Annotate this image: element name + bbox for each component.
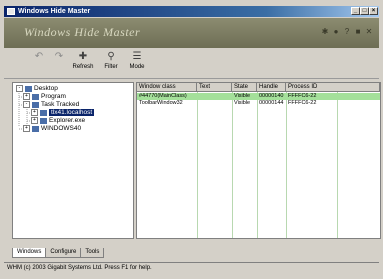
tab-tools[interactable]: Tools [80, 248, 105, 258]
mode-icon: ☰ [132, 51, 142, 62]
expand-toggle[interactable]: + [23, 93, 30, 100]
info-icon[interactable]: ● [332, 28, 340, 36]
refresh-button[interactable]: ✚ Refresh [70, 51, 96, 75]
grid-divider [337, 92, 338, 238]
monitor-icon [25, 85, 32, 92]
minimize-icon[interactable]: ■ [354, 28, 362, 36]
gear-icon[interactable]: ✱ [321, 28, 329, 36]
mode-button[interactable]: ☰ Mode [124, 51, 150, 75]
help-icon[interactable]: ? [343, 28, 351, 36]
tab-windows[interactable]: Windows [12, 248, 47, 258]
tree-node-label: Task Tracked [41, 101, 80, 109]
tree-node-task-tracked[interactable]: - Task Tracked [23, 101, 79, 109]
filter-icon: ⚲ [107, 51, 115, 62]
window-title: Windows Hide Master [18, 8, 91, 15]
tree-node-windows[interactable]: + WINDOWS40 [23, 125, 81, 133]
mode-label: Mode [129, 64, 145, 70]
table-cell: FFFFC6-22 [288, 100, 317, 106]
toolbar: ↶ ↷ ✚ Refresh ⚲ Filter ☰ Mode [4, 48, 379, 79]
grid-divider [197, 92, 198, 238]
table-cell [197, 93, 232, 100]
table-cell: Visible [234, 93, 251, 99]
window-titlebar[interactable]: Windows Hide Master _ □ × [4, 6, 379, 17]
column-header-class[interactable]: Window class [137, 83, 197, 92]
expand-toggle[interactable]: + [31, 109, 38, 116]
table-cell: 00000144 [259, 100, 284, 106]
window-icon [32, 101, 39, 108]
collapse-toggle[interactable]: - [16, 85, 23, 92]
tree-node-label: tlx41.localhost [49, 109, 95, 117]
window-tree[interactable]: - Desktop + Program - Task Tracked + tlx41.l… [12, 82, 134, 239]
table-cell: Visible [234, 100, 251, 106]
tab-configure[interactable]: Configure [45, 248, 82, 258]
tree-node-label: Desktop [34, 85, 58, 93]
window-list[interactable]: Window class Text State Handle Process I… [136, 82, 381, 239]
table-row[interactable]: #44770(MainClass) Visible 00000140 FFFFC… [137, 93, 380, 100]
tree-node-explorer[interactable]: + Explorer.exe [31, 117, 85, 125]
expand-toggle[interactable]: + [31, 117, 38, 124]
filter-label: Filter [104, 64, 118, 70]
tree-node-desktop[interactable]: - Desktop [16, 85, 58, 93]
banner-title: Windows Hide Master [24, 25, 141, 39]
tree-node-program[interactable]: + Program [23, 93, 66, 101]
banner-icons: ✱ ● ? ■ ✕ [321, 28, 373, 36]
table-cell: ToolbarWindow32 [139, 100, 183, 106]
table-row[interactable]: ToolbarWindow32 Visible 00000144 FFFFC6-… [137, 100, 380, 107]
app-icon [7, 8, 15, 15]
forward-icon: ↷ [54, 51, 64, 62]
tree-node-selected[interactable]: + tlx41.localhost [31, 109, 95, 117]
grid-divider [232, 92, 233, 238]
window-icon [40, 109, 47, 116]
window-icon [32, 93, 39, 100]
refresh-icon: ✚ [78, 51, 88, 62]
grid-divider [257, 92, 258, 238]
table-cell [197, 100, 232, 107]
column-header-state[interactable]: State [232, 83, 257, 92]
collapse-toggle[interactable]: - [23, 101, 30, 108]
app-banner: Windows Hide Master ✱ ● ? ■ ✕ [4, 18, 379, 48]
window-icon [40, 117, 47, 124]
window-icon [32, 125, 39, 132]
table-cell: #44770(MainClass) [139, 93, 187, 99]
table-cell: 00000140 [259, 93, 284, 99]
tree-node-label: Program [41, 93, 66, 101]
grid-divider [286, 92, 287, 238]
minimize-button[interactable]: _ [351, 7, 360, 15]
bottom-tabs: Windows Configure Tools [12, 248, 105, 258]
refresh-label: Refresh [72, 64, 94, 70]
filter-button[interactable]: ⚲ Filter [98, 51, 124, 75]
column-header-text[interactable]: Text [197, 83, 232, 92]
forward-button[interactable]: ↷ [46, 51, 72, 75]
grid-header: Window class Text State Handle Process I… [137, 83, 380, 92]
maximize-button[interactable]: □ [360, 7, 369, 15]
tree-node-label: WINDOWS40 [41, 125, 82, 133]
column-header-handle[interactable]: Handle [257, 83, 286, 92]
expand-toggle[interactable]: + [23, 125, 30, 132]
status-bar: WHM (c) 2003 Gigabit Systems Ltd. Press … [4, 262, 379, 272]
table-cell: FFFFC6-22 [288, 93, 317, 99]
tree-node-label: Explorer.exe [49, 117, 86, 125]
close-button[interactable]: × [369, 7, 378, 15]
close-icon[interactable]: ✕ [365, 28, 373, 36]
column-header-process-id[interactable]: Process ID [286, 83, 380, 92]
